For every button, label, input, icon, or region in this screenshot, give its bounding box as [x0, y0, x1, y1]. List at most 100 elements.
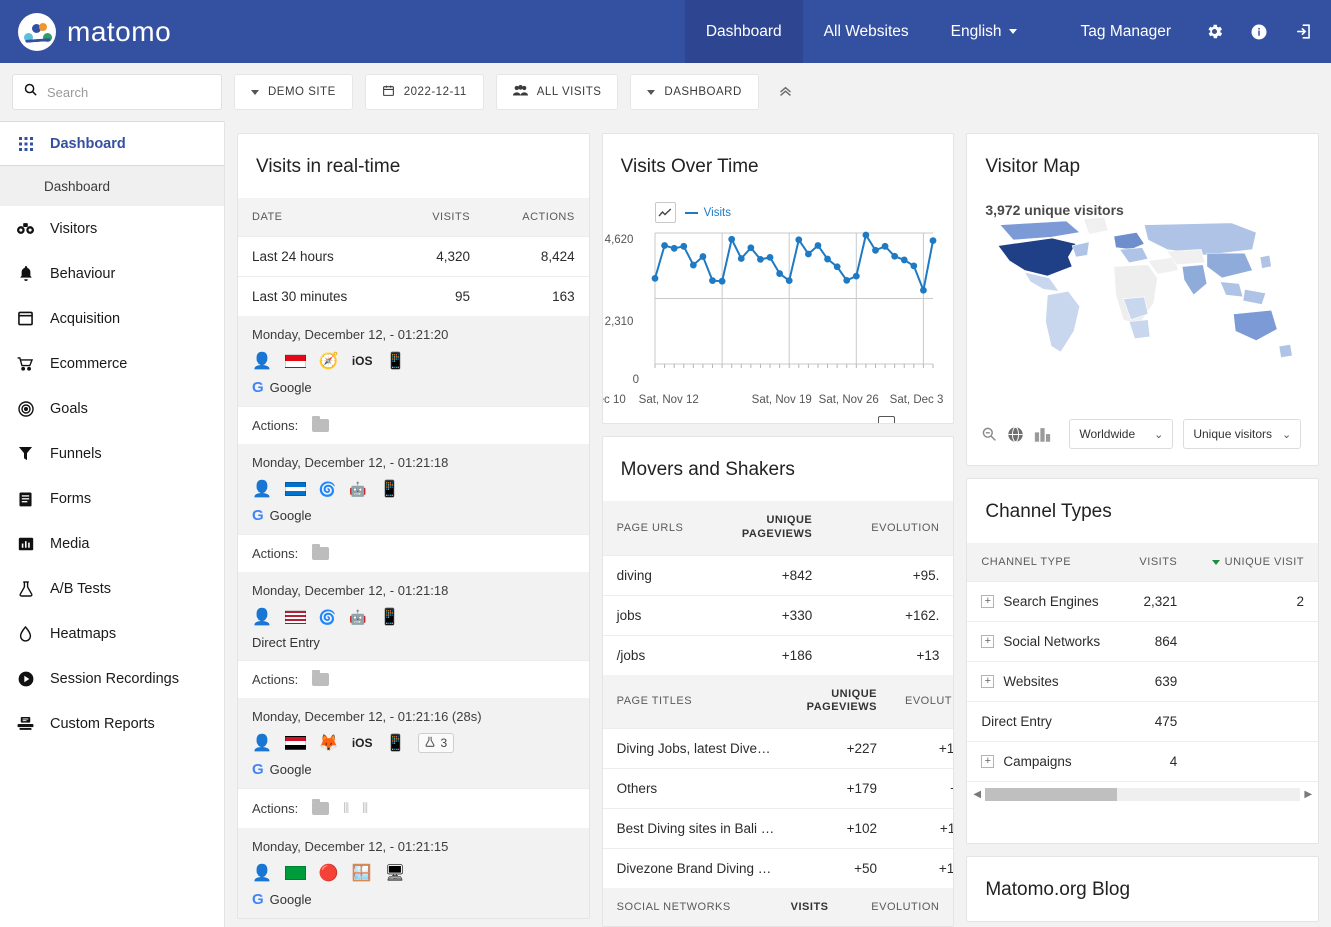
sidebar-item-session-recordings[interactable]: Session Recordings	[0, 656, 224, 701]
table-row[interactable]: Best Diving sites in Bali – Indo... +102…	[602, 808, 954, 849]
table-row[interactable]: Diving Jobs, latest Divemaster ... +227 …	[602, 728, 954, 769]
col-header-page-urls[interactable]: PAGE URLS	[602, 501, 728, 555]
sidebar-subitem-dashboard[interactable]: Dashboard	[0, 166, 224, 206]
chart-type-icon[interactable]	[654, 202, 676, 223]
visitor-profile-icon[interactable]: 👤	[252, 733, 272, 753]
visitor-log-entry[interactable]: Monday, December 12, - 01:21:20 👤 🧭 iOS …	[238, 316, 589, 406]
segment-selector-button[interactable]: ALL VISITS	[495, 74, 619, 110]
collapse-toolbar-button[interactable]	[777, 82, 794, 102]
sidebar-item-dashboard[interactable]: Dashboard	[0, 121, 224, 166]
channel-row-label: + Websites	[967, 661, 1122, 702]
nav-item-language-selector[interactable]: English	[930, 0, 1038, 63]
col-header-evolution[interactable]: EVOLUTION	[842, 888, 954, 926]
visitor-log-entry[interactable]: Monday, December 12, - 01:21:15 👤 🔴 🪟 🖥 …	[238, 828, 589, 918]
info-icon[interactable]	[1237, 0, 1281, 63]
sidebar-item-forms[interactable]: Forms	[0, 476, 224, 521]
sidebar-item-goals[interactable]: Goals	[0, 386, 224, 431]
world-map-svg[interactable]	[981, 198, 1304, 393]
visitor-log-entry[interactable]: Monday, December 12, - 01:21:16 (28s) 👤 …	[238, 698, 589, 788]
table-row[interactable]: + Campaigns 4	[967, 741, 1319, 781]
city-icon[interactable]	[1034, 427, 1051, 442]
col-header-unique-visitors[interactable]: UNIQUE VISIT	[1191, 543, 1319, 582]
table-row[interactable]: Others +179 +35	[602, 768, 954, 809]
folder-icon[interactable]	[312, 544, 330, 560]
search-input[interactable]	[47, 84, 211, 100]
col-header-unique-pageviews[interactable]: UNIQUE PAGEVIEWS	[727, 501, 827, 555]
chart-legend-visits[interactable]: Visits	[684, 207, 731, 219]
visit-icon-row: 👤 🌀 🤖 📱	[252, 479, 575, 499]
col-header-evolution[interactable]: EVOLUTION	[890, 674, 954, 729]
waveform-icon[interactable]: ⫴	[362, 800, 368, 817]
table-row[interactable]: Last 30 minutes 95 163	[238, 276, 589, 316]
site-selector-button[interactable]: DEMO SITE	[234, 74, 353, 110]
sign-in-icon[interactable]	[1281, 0, 1331, 63]
channel-types-horizontal-scrollbar[interactable]: ◀ ▶	[967, 781, 1319, 807]
zoom-out-icon[interactable]	[981, 426, 997, 442]
mover-evolution: +138.	[890, 728, 954, 769]
nav-item-tag-manager[interactable]: Tag Manager	[1060, 0, 1192, 63]
matomo-logo[interactable]: matomo	[0, 12, 171, 51]
dashboard-selector-button[interactable]: DASHBOARD	[630, 74, 759, 110]
expand-row-icon[interactable]: +	[981, 595, 995, 608]
table-row[interactable]: + Websites 639	[967, 661, 1319, 702]
map-region-select[interactable]: Worldwide ⌄	[1069, 419, 1174, 449]
gear-icon[interactable]	[1192, 0, 1237, 63]
table-row[interactable]: + Social Networks 864	[967, 621, 1319, 662]
visitor-profile-icon[interactable]: 👤	[252, 351, 272, 371]
sidebar-item-heatmaps[interactable]: Heatmaps	[0, 611, 224, 656]
col-header-unique-pageviews[interactable]: UNIQUE PAGEVIEWS	[792, 674, 891, 729]
search-box[interactable]	[12, 74, 222, 110]
expand-row-icon[interactable]: +	[981, 755, 995, 768]
globe-icon[interactable]	[1007, 426, 1024, 443]
table-row[interactable]: Divezone Brand Diving Boots ... +50 +108…	[602, 848, 954, 888]
visitor-profile-icon[interactable]: 👤	[252, 863, 272, 883]
table-row[interactable]: jobs +330 +162.	[602, 594, 954, 635]
sidebar-item-funnels[interactable]: Funnels	[0, 431, 224, 476]
col-header-page-titles[interactable]: PAGE TITLES	[602, 674, 793, 729]
folder-icon[interactable]	[312, 416, 330, 432]
scroll-left-arrow-icon[interactable]: ◀	[973, 789, 981, 800]
col-header-visits[interactable]: VISITS	[766, 888, 843, 926]
visitor-log-entry[interactable]: Monday, December 12, - 01:21:18 👤 🌀 🤖 📱 …	[238, 572, 589, 660]
visitor-log-entry[interactable]: Monday, December 12, - 01:21:18 👤 🌀 🤖 📱 …	[238, 444, 589, 534]
col-header-evolution[interactable]: EVOLUTION	[826, 501, 954, 555]
flask-icon	[425, 736, 435, 750]
nav-item-dashboard[interactable]: Dashboard	[684, 0, 803, 63]
table-row[interactable]: diving +842 +95.	[602, 554, 954, 595]
nav-item-all-websites[interactable]: All Websites	[803, 0, 930, 63]
sidebar-item-custom-reports[interactable]: Custom Reports	[0, 701, 224, 746]
os-icon-windows: 🪟	[351, 865, 372, 882]
visits-over-time-chart[interactable]: Visits 4,620 2,310 0 Sat, Nov 12 Sat, No…	[603, 198, 954, 423]
map-metric-select[interactable]: Unique visitors ⌄	[1183, 419, 1302, 449]
col-header-date[interactable]: DATE	[238, 198, 399, 237]
visitor-profile-icon[interactable]: 👤	[252, 607, 272, 627]
table-row[interactable]: + Search Engines 2,321 2	[967, 581, 1319, 622]
ab-test-badge[interactable]: 3	[418, 733, 455, 753]
sidebar-item-acquisition[interactable]: Acquisition	[0, 296, 224, 341]
expand-row-icon[interactable]: +	[981, 635, 995, 648]
scrollbar-track[interactable]	[985, 788, 1301, 801]
waveform-icon[interactable]: ⫴	[343, 800, 349, 817]
table-row[interactable]: Direct Entry 475	[967, 701, 1319, 742]
col-header-social-networks[interactable]: SOCIAL NETWORKS	[602, 888, 767, 926]
sidebar-item-visitors[interactable]: Visitors	[0, 206, 224, 251]
folder-icon[interactable]	[312, 799, 330, 815]
date-selector-button[interactable]: 2022-12-11	[364, 74, 484, 110]
col-header-channel-type[interactable]: CHANNEL TYPE	[967, 543, 1122, 582]
annotation-bubble-icon[interactable]	[877, 416, 895, 423]
sidebar-item-ab-tests[interactable]: A/B Tests	[0, 566, 224, 611]
sidebar-item-media[interactable]: Media	[0, 521, 224, 566]
col-header-visits[interactable]: VISITS	[1121, 543, 1192, 582]
sidebar-item-behaviour[interactable]: Behaviour	[0, 251, 224, 296]
sidebar-item-ecommerce[interactable]: Ecommerce	[0, 341, 224, 386]
table-row[interactable]: Last 24 hours 4,320 8,424	[238, 236, 589, 277]
visitor-profile-icon[interactable]: 👤	[252, 479, 272, 499]
visitor-map-canvas[interactable]: 3,972 unique visitors	[967, 198, 1318, 413]
scroll-right-arrow-icon[interactable]: ▶	[1304, 789, 1312, 800]
col-header-actions[interactable]: ACTIONS	[484, 198, 589, 237]
table-row[interactable]: /jobs +186 +13	[602, 634, 954, 675]
expand-row-icon[interactable]: +	[981, 675, 995, 688]
col-header-visits[interactable]: VISITS	[398, 198, 485, 237]
folder-icon[interactable]	[312, 670, 330, 686]
scrollbar-thumb[interactable]	[985, 788, 1118, 801]
